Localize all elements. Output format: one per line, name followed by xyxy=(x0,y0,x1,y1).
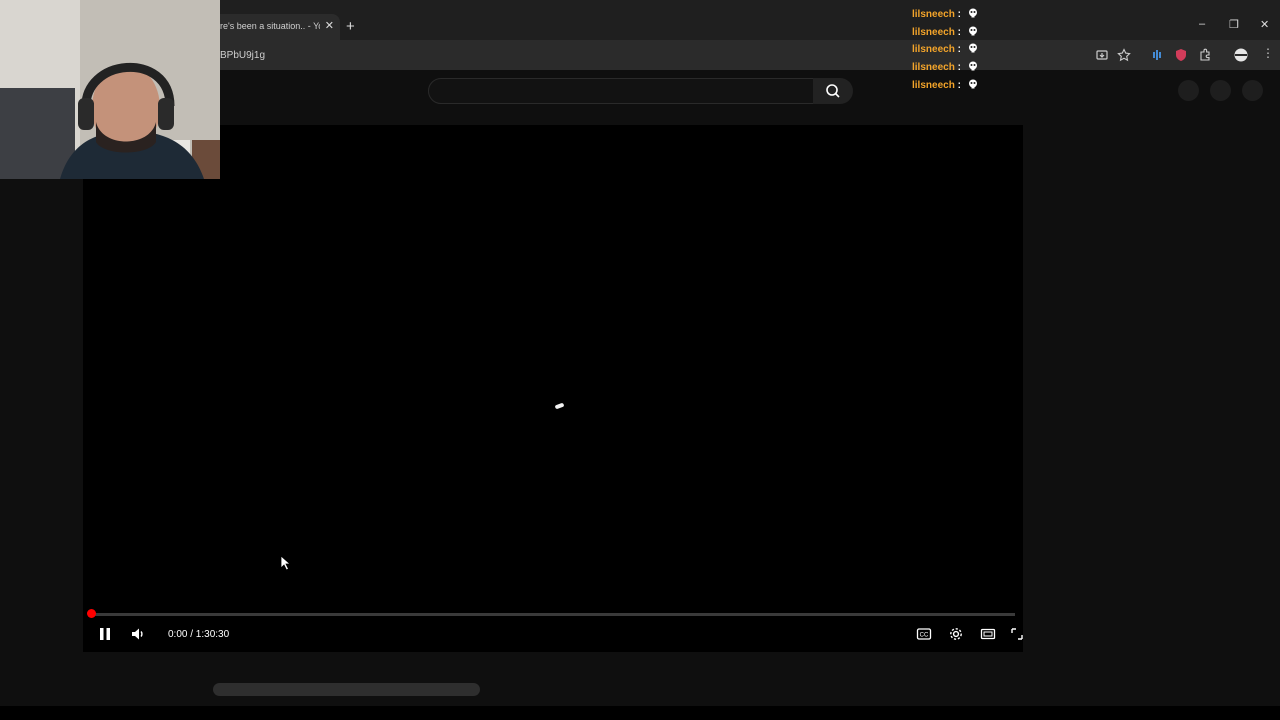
skull-emote-icon xyxy=(968,61,977,71)
extension-shield-icon[interactable] xyxy=(1174,48,1188,62)
bookmark-star-icon[interactable] xyxy=(1117,48,1131,62)
video-title-placeholder xyxy=(213,683,480,696)
tab-title: re's been a situation.. - YouT xyxy=(220,21,320,31)
chat-message: lilsneech : xyxy=(912,61,1082,79)
chat-username: lilsneech xyxy=(912,44,955,56)
chat-username: lilsneech xyxy=(912,79,955,91)
profile-avatar-icon[interactable] xyxy=(1234,48,1248,62)
svg-text:CC: CC xyxy=(920,633,929,639)
pause-icon[interactable] xyxy=(97,626,113,642)
restore-button[interactable]: ❐ xyxy=(1229,18,1239,31)
extension-audio-icon[interactable] xyxy=(1150,48,1164,62)
chat-username: lilsneech xyxy=(912,26,955,38)
progress-bar[interactable] xyxy=(91,613,1015,616)
theater-mode-icon[interactable] xyxy=(980,626,996,642)
chat-message: lilsneech : xyxy=(912,8,1082,26)
close-window-button[interactable]: ✕ xyxy=(1260,18,1269,31)
bottom-edge xyxy=(0,706,1280,720)
account-avatar-placeholder[interactable] xyxy=(1242,80,1263,101)
mouse-cursor-icon xyxy=(280,555,292,571)
chat-separator: : xyxy=(957,9,961,20)
search-icon xyxy=(826,84,840,98)
webcam-overlay xyxy=(0,0,220,179)
streamer-webcam-image xyxy=(0,0,220,179)
time-display: 0:00 / 1:30:30 xyxy=(168,629,230,640)
scrubber-handle[interactable] xyxy=(87,609,96,618)
chat-separator: : xyxy=(957,26,961,38)
browser-tab[interactable]: re's been a situation.. - YouT ✕ xyxy=(212,14,340,40)
settings-gear-icon[interactable] xyxy=(948,626,964,642)
chat-message: lilsneech : xyxy=(912,43,1082,61)
tab-close-icon[interactable]: ✕ xyxy=(325,19,334,32)
install-app-icon[interactable] xyxy=(1095,48,1109,62)
chat-message: lilsneech : xyxy=(912,26,1082,44)
chat-message: lilsneech : xyxy=(912,79,1082,97)
fullscreen-icon[interactable] xyxy=(1011,626,1023,642)
stream-chat-overlay: lilsneech : lilsneech : lilsneech : lils… xyxy=(912,0,1082,96)
new-tab-button[interactable]: + xyxy=(346,18,355,35)
chat-message-partial xyxy=(912,0,1082,8)
chat-separator: : xyxy=(957,44,961,56)
address-bar-url[interactable]: BPbU9j1g xyxy=(220,50,265,61)
chat-separator: : xyxy=(957,79,961,91)
loading-spinner xyxy=(554,402,565,410)
skull-emote-icon xyxy=(968,26,977,36)
skull-emote-icon xyxy=(968,43,977,53)
extensions-puzzle-icon[interactable] xyxy=(1198,48,1212,62)
volume-icon[interactable] xyxy=(130,626,146,642)
skull-emote-icon xyxy=(968,8,977,18)
captions-icon[interactable]: CC xyxy=(916,626,932,642)
chat-username: lilsneech xyxy=(912,9,955,20)
create-button-placeholder[interactable] xyxy=(1178,80,1199,101)
search-input[interactable] xyxy=(428,78,814,104)
minimize-button[interactable]: – xyxy=(1199,18,1205,30)
search-button[interactable] xyxy=(813,78,853,104)
browser-menu-icon[interactable]: ⋮ xyxy=(1262,46,1274,60)
chat-separator: : xyxy=(957,62,961,74)
video-player[interactable]: 0:00 / 1:30:30 CC xyxy=(83,125,1023,652)
notifications-button-placeholder[interactable] xyxy=(1210,80,1231,101)
skull-emote-icon xyxy=(968,79,977,89)
chat-username: lilsneech xyxy=(912,62,955,74)
